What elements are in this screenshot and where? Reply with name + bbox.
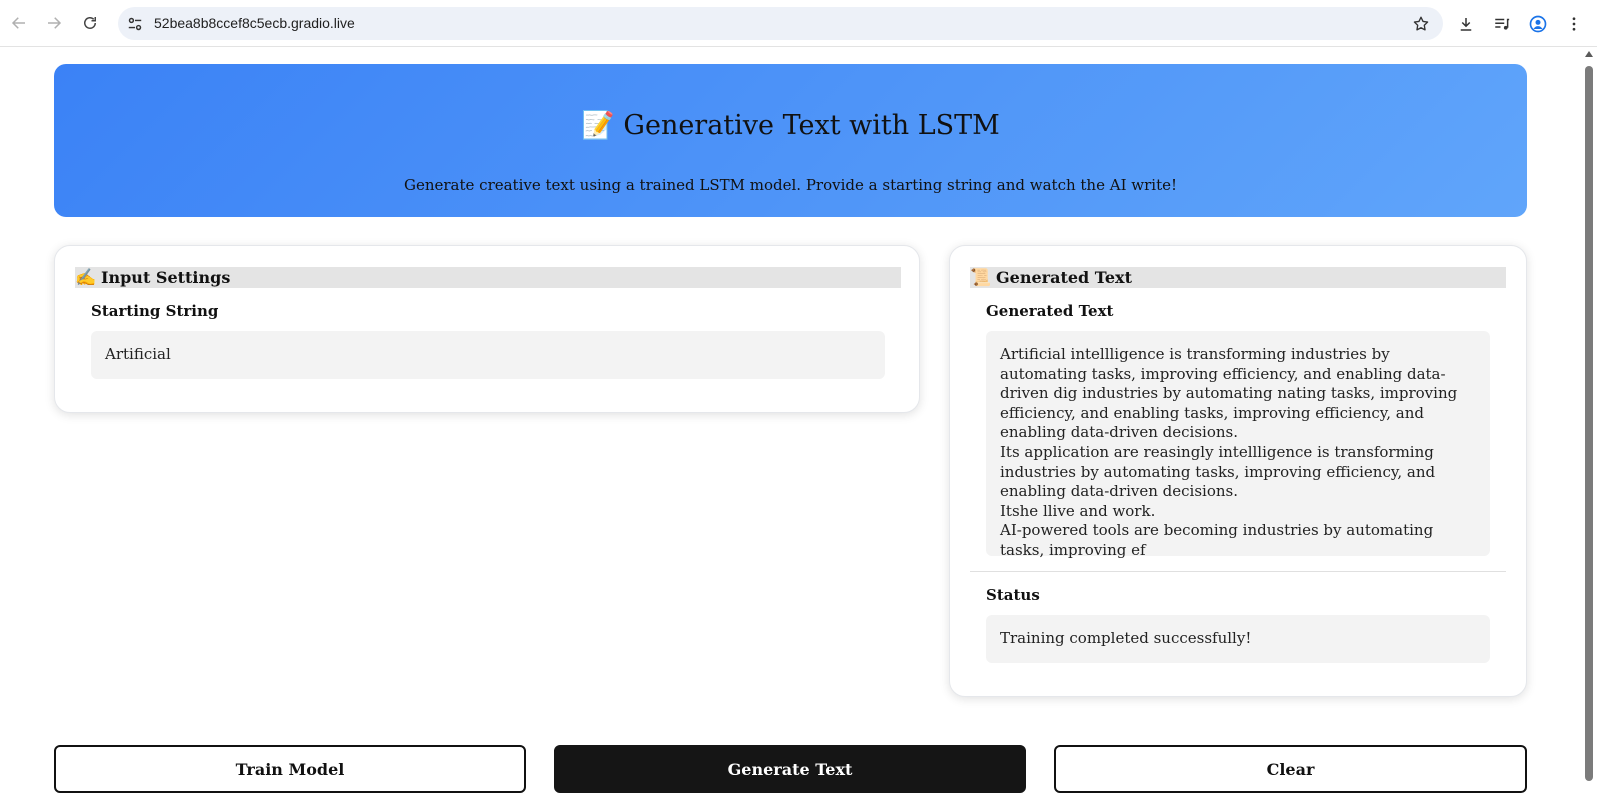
back-icon[interactable] <box>8 12 30 34</box>
profile-icon[interactable] <box>1527 13 1549 35</box>
generated-text-output[interactable]: Artificial intellligence is transforming… <box>986 331 1490 559</box>
browser-toolbar: 52bea8b8ccef8c5ecb.gradio.live <box>0 0 1597 47</box>
input-settings-header: ✍️ Input Settings <box>75 267 901 288</box>
status-label: Status <box>986 586 1040 604</box>
scrollbar-thumb[interactable] <box>1585 66 1593 781</box>
download-icon[interactable] <box>1455 13 1477 35</box>
generated-text-label: Generated Text <box>986 302 1114 320</box>
train-model-button[interactable]: Train Model <box>54 745 526 793</box>
reload-icon[interactable] <box>79 12 101 34</box>
starting-string-input[interactable]: Artificial <box>91 331 885 379</box>
more-menu-icon[interactable] <box>1563 13 1585 35</box>
forward-icon[interactable] <box>43 12 65 34</box>
page-subtitle: Generate creative text using a trained L… <box>403 176 1177 194</box>
status-value: Training completed successfully! <box>1000 629 1252 647</box>
status-output[interactable]: Training completed successfully! <box>986 615 1490 663</box>
page-title: 📝 Generative Text with LSTM <box>54 109 1527 141</box>
page-title-text: Generative Text with LSTM <box>623 110 1000 141</box>
generate-text-button[interactable]: Generate Text <box>554 745 1026 793</box>
writing-hand-icon: ✍️ <box>75 267 97 288</box>
clear-button[interactable]: Clear <box>1054 745 1527 793</box>
address-bar[interactable]: 52bea8b8ccef8c5ecb.gradio.live <box>118 7 1443 40</box>
memo-icon: 📝 <box>581 110 615 141</box>
media-playlist-icon[interactable] <box>1491 13 1513 35</box>
input-settings-title: Input Settings <box>101 268 231 287</box>
bookmark-star-icon[interactable] <box>1411 14 1431 34</box>
site-info-icon[interactable] <box>126 15 144 33</box>
scroll-icon: 📜 <box>970 267 992 288</box>
header-banner: 📝 Generative Text with LSTM Generate cre… <box>54 64 1527 217</box>
generated-text-value: Artificial intellligence is transforming… <box>1000 345 1458 559</box>
generated-text-panel: 📜 Generated Text Generated Text Artifici… <box>949 245 1527 697</box>
generated-text-title: Generated Text <box>996 268 1132 287</box>
input-settings-panel: ✍️ Input Settings Starting String Artifi… <box>54 245 920 413</box>
panel-divider <box>970 571 1506 572</box>
url-text: 52bea8b8ccef8c5ecb.gradio.live <box>154 15 355 31</box>
generated-text-header: 📜 Generated Text <box>970 267 1506 288</box>
starting-string-label: Starting String <box>91 302 219 320</box>
starting-string-value: Artificial <box>105 345 171 363</box>
scroll-up-arrow-icon[interactable] <box>1585 51 1593 57</box>
